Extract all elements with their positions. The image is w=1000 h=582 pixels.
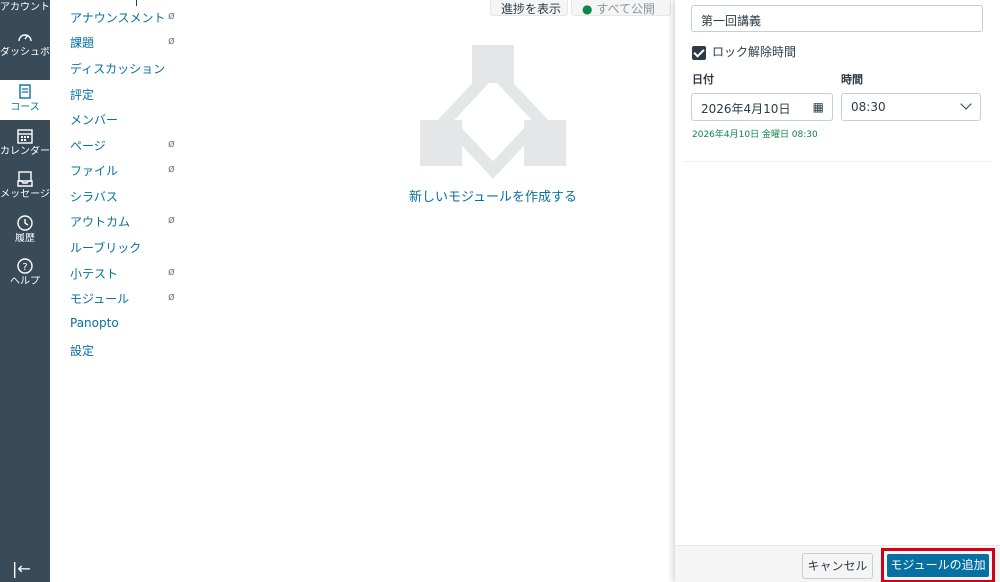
inbox-icon [17,171,33,187]
course-nav-label: アウトカム [70,215,131,229]
time-label: 時間 [841,73,863,86]
global-nav-account-label: アカウント [0,2,50,13]
global-nav-dashboard[interactable]: ダッシュボード [0,28,50,59]
course-nav-label: メンバー [70,113,119,127]
course-nav-label: シラバス [70,190,118,204]
course-nav-item[interactable]: シラバス [70,188,185,210]
date-input[interactable]: 2026年4月10日 ▦ [691,93,833,121]
date-confirmation-text: 2026年4月10日 金曜日 08:30 [692,130,818,140]
course-nav-item[interactable]: モジュール ø [70,290,185,312]
modules-empty-icon [420,45,566,179]
course-nav-label: ページ [70,139,106,153]
course-nav-label: ファイル [70,164,119,178]
global-nav-calendar-label: カレンダー [0,146,50,157]
chevron-down-icon [960,98,972,110]
history-icon [17,215,33,231]
global-nav-courses[interactable]: コース [0,80,50,120]
course-nav-label: Panopto [70,316,119,330]
course-nav-label: アナウンスメント [70,11,166,25]
time-value: 08:30 [851,100,886,114]
global-nav-inbox[interactable]: メッセージ [0,170,50,201]
global-nav-help[interactable]: ? ヘルプ [0,257,50,288]
global-nav-history[interactable]: 履歴 [0,214,50,245]
create-module-link[interactable]: 新しいモジュールを作成する [400,186,586,205]
lock-until-label: ロック解除時間 [712,45,797,59]
global-nav-calendar[interactable]: カレンダー [0,127,50,158]
course-nav-item[interactable]: Panopto [70,316,185,338]
course-nav-divider [136,0,137,6]
global-nav-account[interactable]: アカウント [0,2,50,14]
module-name-input[interactable]: 第一回講義 [691,5,983,32]
add-module-tray: 第一回講義 ロック解除時間 日付 時間 2026年4月10日 ▦ 08:30 2… [675,0,1000,582]
add-module-highlight: モジュールの追加 [881,548,995,582]
course-nav-item[interactable]: アナウンスメント ø [70,9,185,31]
global-nav-history-label: 履歴 [15,233,35,244]
course-nav-item[interactable]: 課題 ø [70,34,185,56]
eye-slash-icon: ø [168,137,175,150]
course-nav-item[interactable]: アウトカム ø [70,213,185,235]
publish-all-button[interactable]: ● すべて公開 [571,0,671,16]
tray-footer: キャンセル モジュールの追加 [675,545,1000,582]
course-nav-label: 小テスト [70,267,119,281]
add-module-button[interactable]: モジュールの追加 [887,554,989,577]
collapse-icon[interactable]: |← [12,559,31,578]
check-circle-icon: ● [582,2,593,16]
course-nav-item[interactable]: メンバー [70,111,185,133]
global-nav-inbox-label: メッセージ [0,189,50,200]
date-label: 日付 [692,73,714,86]
global-nav-dashboard-label: ダッシュボード [0,47,50,58]
global-nav-help-label: ヘルプ [10,276,40,287]
publish-all-label: すべて公開 [596,2,655,16]
course-nav-item[interactable]: ディスカッション [70,60,185,82]
help-icon: ? [17,258,33,274]
global-nav-courses-label: コース [10,102,40,113]
course-nav-label: 評定 [70,88,95,102]
global-nav: アカウント ダッシュボード コース カレンダー メッセージ 履歴 ? ヘルプ |… [0,0,50,582]
cancel-button[interactable]: キャンセル [802,553,873,579]
date-value: 2026年4月10日 [701,102,791,116]
course-nav-item[interactable]: ルーブリック [70,239,185,261]
course-nav-item[interactable]: 小テスト ø [70,265,185,287]
course-nav-item[interactable]: ファイル ø [70,162,185,184]
calendar-icon[interactable]: ▦ [813,100,824,114]
course-nav-label: 設定 [70,344,95,358]
view-progress-label: 進捗を表示 [501,2,562,16]
eye-slash-icon: ø [168,213,175,226]
time-select[interactable]: 08:30 [841,93,981,121]
eye-slash-icon: ø [168,265,175,278]
view-progress-button[interactable]: 進捗を表示 [490,0,568,16]
tray-divider [683,161,992,162]
course-nav-label: モジュール [70,292,130,306]
course-nav-label: ディスカッション [70,62,166,76]
calendar-icon [17,129,33,144]
course-nav-item[interactable]: 評定 [70,86,185,108]
course-nav-item[interactable]: ページ ø [70,137,185,159]
lock-until-checkbox-row[interactable]: ロック解除時間 [692,43,797,60]
eye-slash-icon: ø [168,162,175,175]
lock-until-checkbox[interactable] [692,45,706,60]
course-nav-label: 課題 [70,36,95,50]
eye-slash-icon: ø [168,9,175,22]
svg-text:?: ? [22,262,27,273]
course-nav-label: ルーブリック [70,241,142,255]
dashboard-icon [18,34,32,42]
eye-slash-icon: ø [168,290,175,303]
courses-icon [19,84,31,99]
eye-slash-icon: ø [168,34,175,47]
course-nav-item[interactable]: 設定 [70,342,185,364]
